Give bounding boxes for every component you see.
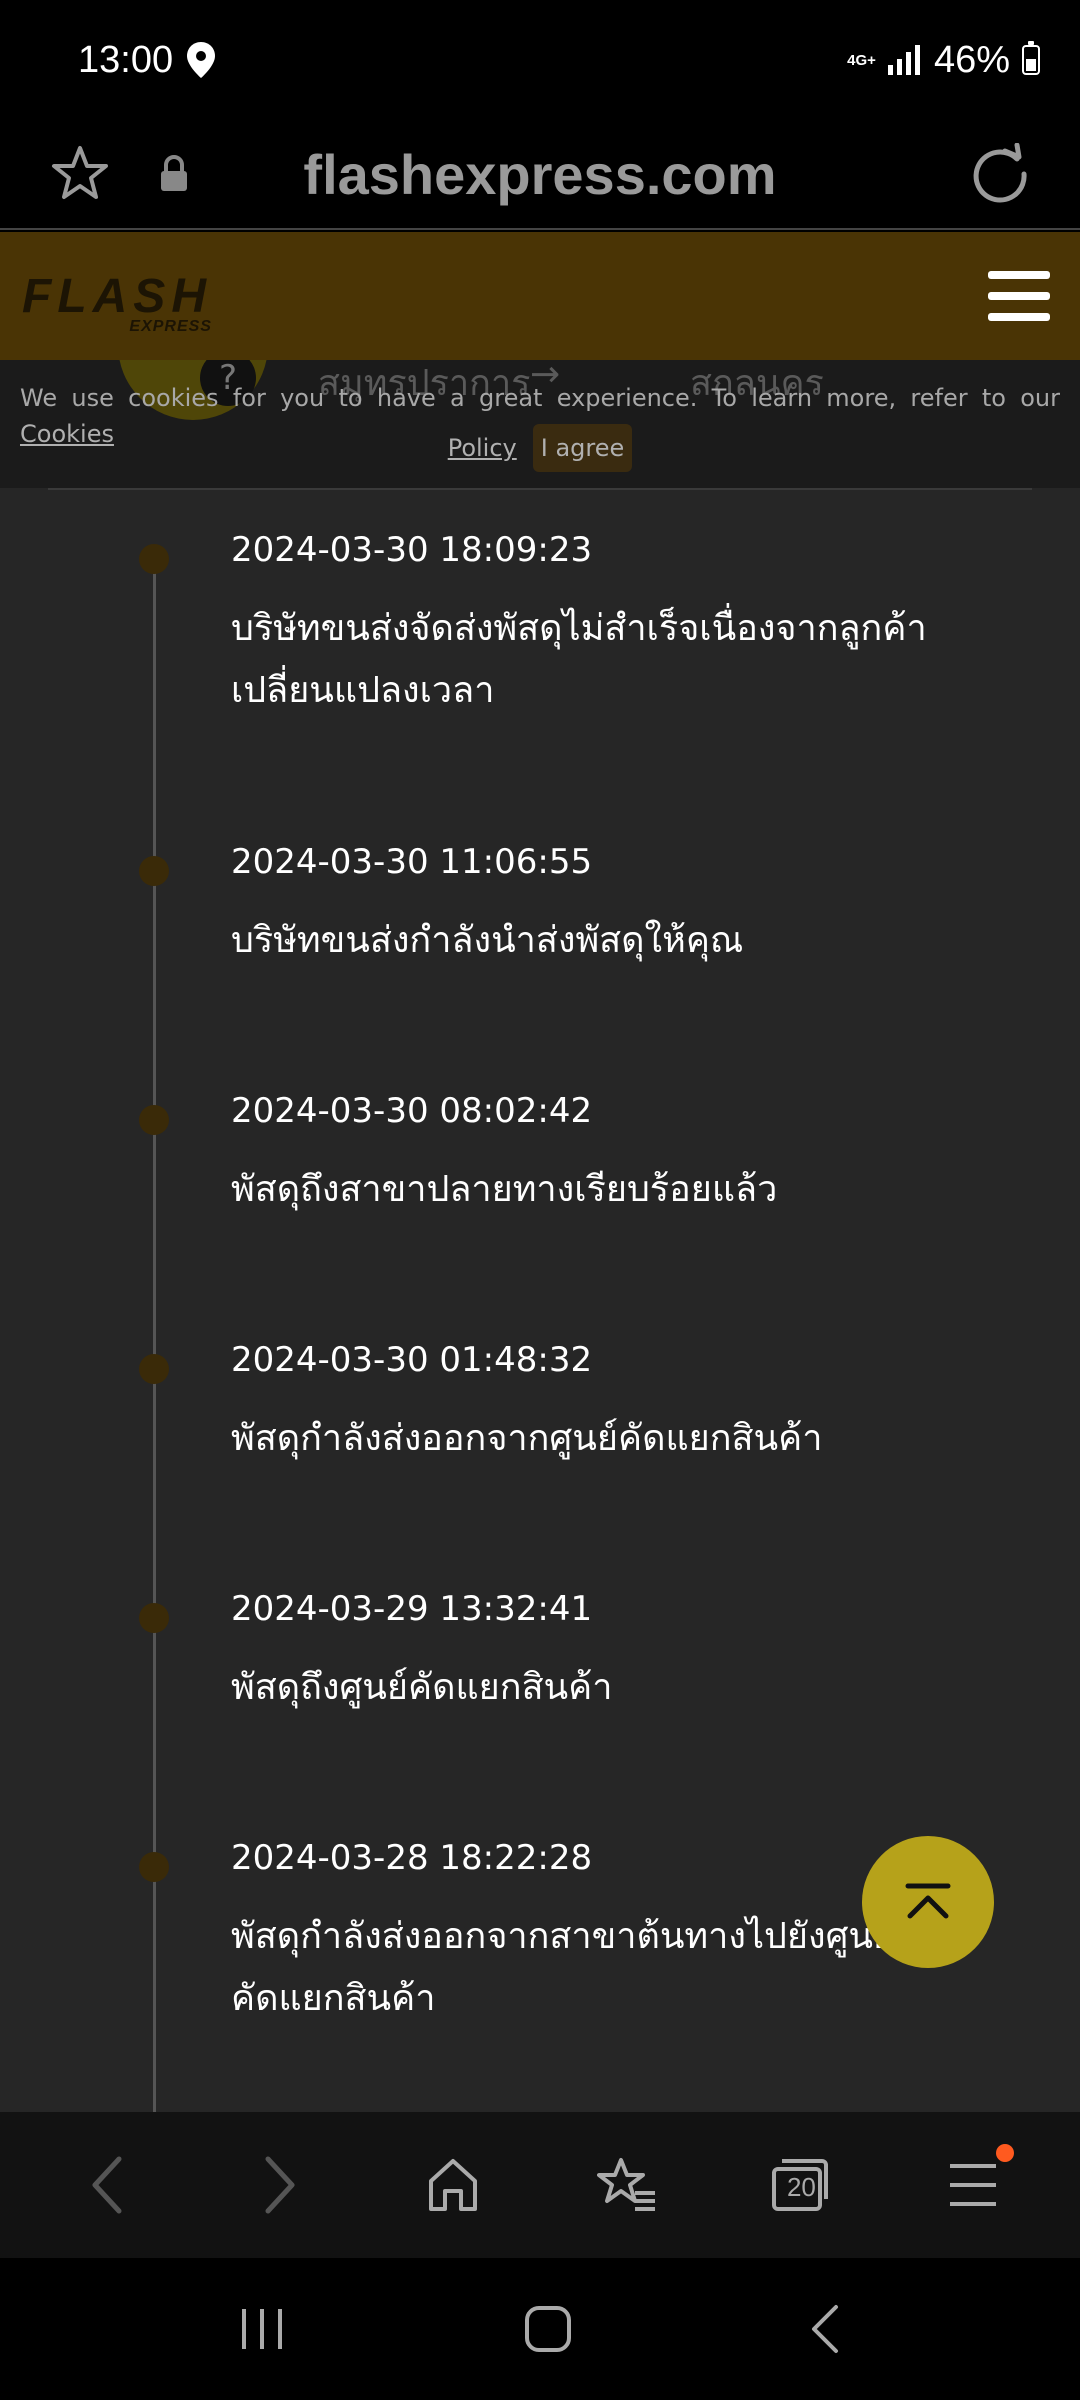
- home-icon[interactable]: [408, 2140, 498, 2230]
- timeline-dot: [139, 1354, 169, 1384]
- tabs-icon[interactable]: 20: [755, 2140, 845, 2230]
- home-button-icon[interactable]: [523, 2304, 573, 2354]
- location-icon: [187, 42, 216, 78]
- status-bar: 13:00 4G+ 46%: [0, 0, 1080, 120]
- policy-link[interactable]: Policy: [448, 434, 517, 462]
- cookie-message: We use cookies for you to have a great e…: [20, 384, 1060, 412]
- back-button-icon[interactable]: [808, 2303, 842, 2355]
- event-description: บริษัทขนส่งกำลังนำส่งพัสดุให้คุณ: [231, 920, 744, 961]
- notification-dot: [996, 2144, 1015, 2162]
- signal-icon: [887, 45, 922, 75]
- reload-icon[interactable]: [960, 134, 1040, 214]
- browser-toolbar: 20: [0, 2112, 1080, 2258]
- tabs-count: 20: [786, 2172, 816, 2202]
- event-time: 2024-03-30 11:06:55: [231, 842, 593, 882]
- url-bar: flashexpress.com: [0, 120, 1080, 230]
- status-time: 13:00: [78, 38, 174, 81]
- system-navigation: [0, 2258, 1080, 2400]
- arrow-up-icon: [904, 1882, 952, 1922]
- logo-subtext: EXPRESS: [129, 317, 212, 335]
- event-time: 2024-03-30 01:48:32: [231, 1340, 593, 1380]
- event-description: บริษัทขนส่งจัดส่งพัสดุไม่สำเร็จเนื่องจาก…: [231, 608, 927, 711]
- bookmark-star-icon[interactable]: [40, 134, 120, 214]
- lock-icon[interactable]: [134, 134, 214, 214]
- logo-text: FLASH: [22, 269, 212, 323]
- menu-icon[interactable]: [928, 2140, 1018, 2230]
- event-description: พัสดุกำลังส่งออกจากสาขาต้นทางไปยังศูนย์ค…: [231, 1916, 895, 2019]
- event-description: พัสดุถึงสาขาปลายทางเรียบร้อยแล้ว: [231, 1169, 778, 1210]
- timeline-dot: [139, 856, 169, 886]
- timeline-dot: [139, 544, 169, 574]
- timeline-dot: [139, 1852, 169, 1882]
- timeline-dot: [139, 1603, 169, 1633]
- scroll-to-top-button[interactable]: [862, 1836, 994, 1968]
- cookie-actions: Policy I agree: [0, 424, 1080, 472]
- site-header: FLASH EXPRESS: [0, 232, 1080, 360]
- agree-button[interactable]: I agree: [532, 424, 633, 472]
- event-time: 2024-03-30 08:02:42: [231, 1091, 593, 1131]
- recent-apps-icon[interactable]: [238, 2305, 288, 2353]
- event-time: 2024-03-30 18:09:23: [231, 530, 593, 570]
- bookmarks-icon[interactable]: [582, 2140, 672, 2230]
- event-time: 2024-03-28 18:22:28: [231, 1838, 593, 1878]
- event-description: พัสดุกำลังส่งออกจากศูนย์คัดแยกสินค้า: [231, 1418, 823, 1459]
- flash-logo[interactable]: FLASH EXPRESS: [22, 269, 212, 335]
- battery-icon: [1022, 41, 1040, 75]
- forward-icon[interactable]: [235, 2140, 325, 2230]
- network-type: 4G+: [847, 51, 876, 69]
- battery-percent: 46%: [933, 38, 1010, 81]
- timeline-dot: [139, 1105, 169, 1135]
- status-icons: 4G+ 46%: [847, 39, 1040, 82]
- divider: [48, 488, 1032, 490]
- hamburger-menu-icon[interactable]: [988, 271, 1050, 321]
- event-time: 2024-03-29 13:32:41: [231, 1589, 593, 1629]
- cookie-banner: ? สมุทรปราการ → สกลนคร We use cookies fo…: [0, 360, 1080, 488]
- back-icon[interactable]: [62, 2140, 152, 2230]
- event-description: พัสดุถึงศูนย์คัดแยกสินค้า: [231, 1667, 613, 1708]
